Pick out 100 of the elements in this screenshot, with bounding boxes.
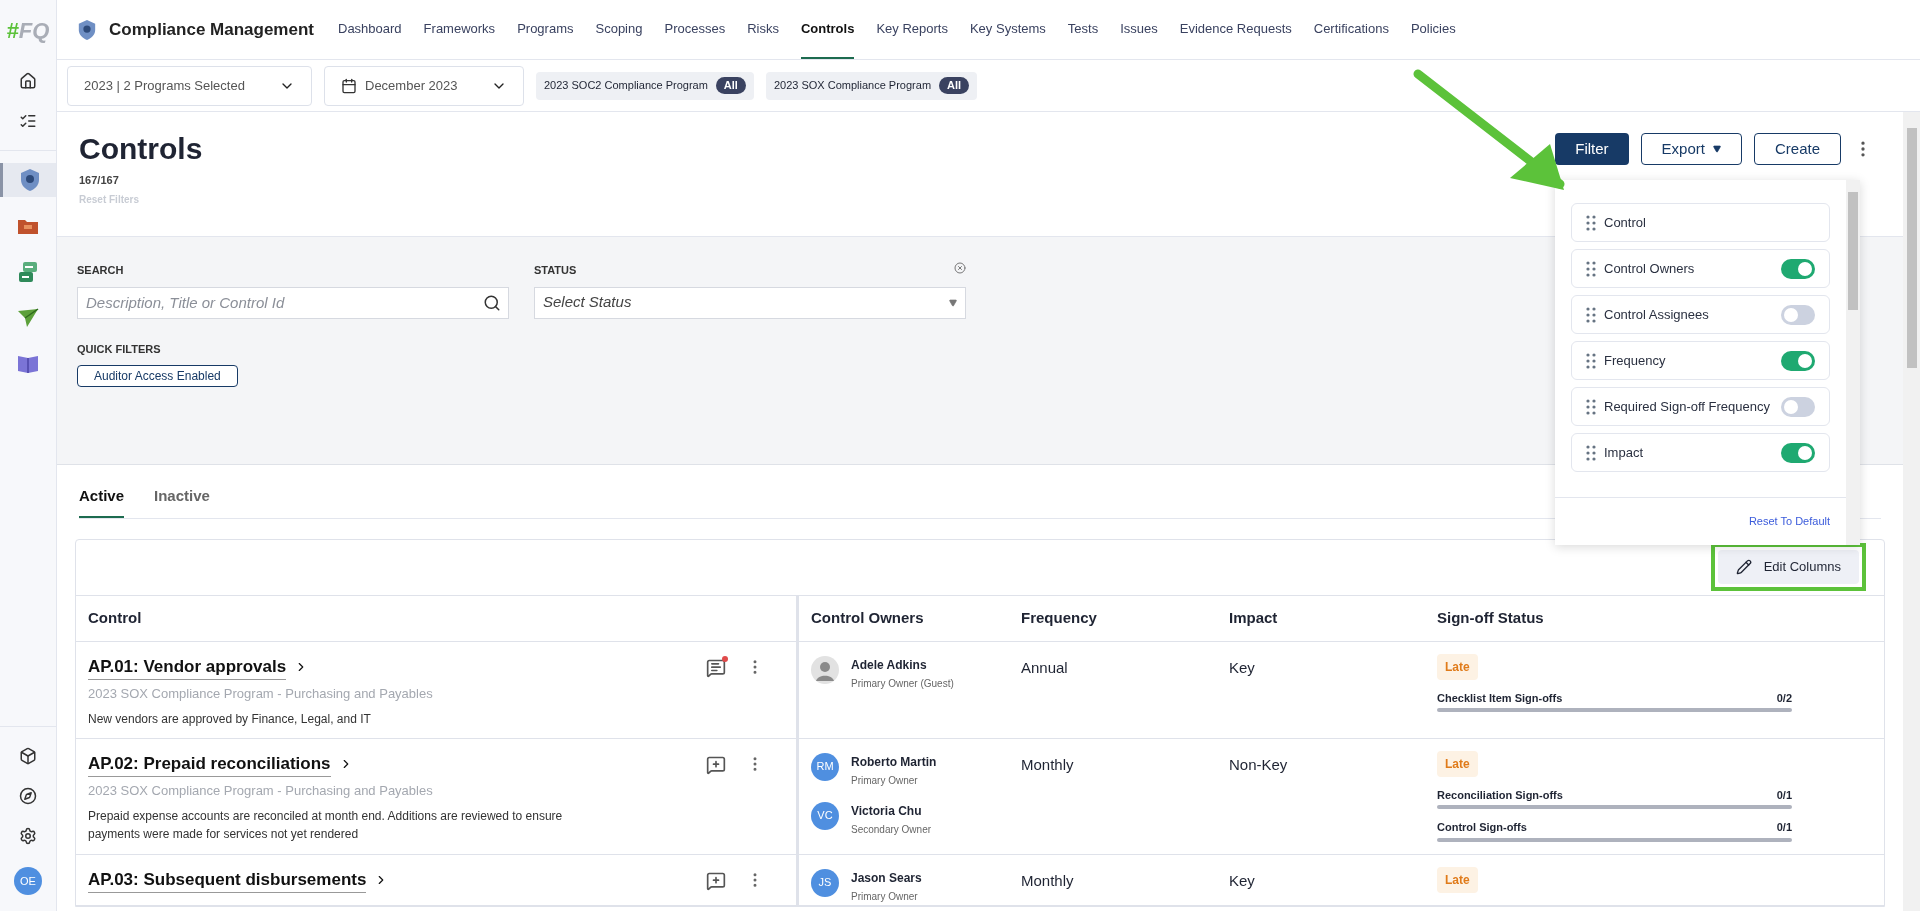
paper-plane-icon bbox=[17, 308, 39, 328]
column-option[interactable]: Required Sign-off Frequency bbox=[1571, 387, 1830, 426]
field-label: STATUS bbox=[534, 263, 577, 278]
nav-tab[interactable]: Processes bbox=[664, 0, 726, 59]
column-header: Control Owners bbox=[810, 607, 925, 628]
program-chip[interactable]: 2023 SOX Compliance Program All bbox=[765, 71, 978, 100]
drag-handle-icon bbox=[1586, 260, 1596, 277]
toggle-switch[interactable] bbox=[1781, 442, 1815, 463]
compass-icon[interactable] bbox=[19, 787, 37, 805]
column-option[interactable]: Control Owners bbox=[1571, 249, 1830, 288]
toggle-switch[interactable] bbox=[1781, 258, 1815, 279]
comments-icon[interactable] bbox=[706, 657, 726, 678]
caret-icon bbox=[949, 298, 957, 307]
nav-tab[interactable]: Certifications bbox=[1313, 0, 1389, 59]
owner-name: Victoria Chu bbox=[851, 802, 923, 820]
program-chip[interactable]: 2023 SOC2 Compliance Program All bbox=[536, 71, 754, 100]
signoff-count: 0/2 bbox=[1776, 690, 1792, 706]
page-scrollbar[interactable] bbox=[1903, 112, 1920, 911]
nav-tab[interactable]: Key Reports bbox=[876, 0, 948, 59]
quick-filter-chip[interactable]: Auditor Access Enabled bbox=[77, 365, 238, 387]
impact-cell: Key bbox=[1229, 871, 1255, 889]
shield-badge-icon bbox=[77, 17, 97, 42]
status-tab[interactable]: Active bbox=[79, 485, 125, 518]
control-title-link[interactable]: AP.02: Prepaid reconciliations bbox=[88, 750, 588, 777]
cube-icon[interactable] bbox=[19, 747, 37, 765]
initials-avatar: JS bbox=[811, 868, 839, 897]
control-title-link[interactable]: AP.01: Vendor approvals bbox=[88, 653, 433, 680]
home-icon[interactable] bbox=[19, 72, 37, 90]
program-process: 2023 SOX Compliance Program - Purchasing and Payables bbox=[88, 685, 433, 703]
control-title-link[interactable]: AP.03: Subsequent disbursements bbox=[88, 866, 389, 893]
page-title: Controls bbox=[79, 131, 203, 167]
status-select[interactable]: Select Status bbox=[534, 286, 966, 319]
drag-handle-icon bbox=[1586, 398, 1596, 415]
initials-avatar: RM bbox=[811, 752, 839, 781]
search-icon bbox=[483, 293, 501, 312]
nav-tab[interactable]: Programs bbox=[517, 0, 574, 59]
drag-handle-icon bbox=[1586, 214, 1596, 231]
signoff-label: Control Sign-offs bbox=[1437, 820, 1527, 835]
scope-badge: All bbox=[939, 77, 970, 94]
toggle-switch[interactable] bbox=[1781, 350, 1815, 371]
nav-tab[interactable]: Issues bbox=[1120, 0, 1158, 59]
column-option[interactable]: Control Assignees bbox=[1571, 295, 1830, 334]
impact-cell: Non-Key bbox=[1229, 755, 1288, 773]
impact-cell: Key bbox=[1229, 658, 1255, 676]
control-description: Prepaid expense accounts are reconciled at month end. Additions are reviewed to ensure payments were made for services not yet rendered bbox=[88, 807, 564, 843]
nav-tab[interactable]: Key Systems bbox=[969, 0, 1046, 59]
nav-tab[interactable]: Evidence Requests bbox=[1179, 0, 1292, 59]
nav-tab[interactable]: Dashboard bbox=[338, 0, 402, 59]
calendar-icon bbox=[341, 77, 357, 94]
status-tab[interactable]: Inactive bbox=[154, 485, 210, 518]
control-description: New vendors are approved by Finance, Legal, and IT bbox=[88, 710, 372, 728]
status-badge: Late bbox=[1437, 653, 1478, 680]
date-select[interactable]: December 2023 bbox=[324, 65, 524, 106]
column-option[interactable]: Impact bbox=[1571, 433, 1830, 472]
clear-icon[interactable] bbox=[954, 262, 966, 274]
owner-role: Secondary Owner bbox=[851, 822, 932, 837]
status-badge: Late bbox=[1437, 866, 1478, 893]
signoff-label: Reconciliation Sign-offs bbox=[1437, 787, 1563, 803]
owner-name: Roberto Martin bbox=[851, 753, 937, 771]
program-select[interactable]: 2023 | 2 Programs Selected bbox=[67, 65, 312, 106]
column-option[interactable]: Frequency bbox=[1571, 341, 1830, 380]
toggle-switch[interactable] bbox=[1781, 304, 1815, 325]
column-header: Control bbox=[76, 595, 799, 641]
search-field[interactable]: Description, Title or Control Id bbox=[77, 286, 509, 319]
nav-tab[interactable]: Tests bbox=[1067, 0, 1099, 59]
toggle-switch[interactable] bbox=[1781, 396, 1815, 417]
app-switcher-item[interactable] bbox=[0, 163, 56, 197]
menu-scrollbar[interactable] bbox=[1846, 180, 1860, 545]
edit-columns-button[interactable]: Edit Columns bbox=[1717, 550, 1859, 584]
drag-handle-icon bbox=[1586, 352, 1596, 369]
reset-to-default-link[interactable]: Reset To Default bbox=[1748, 513, 1830, 530]
column-header: Sign-off Status bbox=[1436, 607, 1545, 628]
caret-icon bbox=[1712, 145, 1721, 153]
add-comment-icon[interactable] bbox=[706, 870, 726, 891]
settings-icon[interactable] bbox=[19, 827, 37, 845]
avatar-silhouette-icon bbox=[811, 655, 839, 684]
column-option[interactable]: Control bbox=[1571, 203, 1830, 242]
export-button[interactable]: Export bbox=[1640, 133, 1742, 165]
frequency-cell: Annual bbox=[1021, 658, 1068, 676]
create-button[interactable]: Create bbox=[1753, 133, 1841, 165]
owner-role: Primary Owner (Guest) bbox=[851, 676, 954, 691]
nav-tab[interactable]: Policies bbox=[1410, 0, 1456, 59]
signoff-count: 0/1 bbox=[1776, 820, 1792, 835]
filter-button[interactable]: Filter bbox=[1555, 133, 1629, 165]
nav-tab[interactable]: Frameworks bbox=[423, 0, 496, 59]
pencil-icon bbox=[1735, 559, 1752, 575]
signoff-count: 0/1 bbox=[1776, 787, 1792, 803]
nav-tab[interactable]: Controls bbox=[800, 0, 855, 59]
owner-role: Primary Owner bbox=[851, 889, 919, 904]
book-icon bbox=[17, 354, 39, 374]
nav-tab[interactable]: Risks bbox=[747, 0, 779, 59]
add-comment-icon[interactable] bbox=[706, 754, 726, 775]
nav-tab[interactable]: Scoping bbox=[595, 0, 643, 59]
field-label: QUICK FILTERS bbox=[77, 341, 162, 357]
program-process: 2023 SOX Compliance Program - Purchasing and Payables bbox=[88, 782, 434, 800]
scope-badge: All bbox=[715, 77, 746, 94]
checklist-icon[interactable] bbox=[19, 112, 37, 130]
column-header: Frequency bbox=[1020, 607, 1098, 628]
owner-name: Jason Sears bbox=[851, 869, 922, 887]
drag-handle-icon bbox=[1586, 444, 1596, 461]
